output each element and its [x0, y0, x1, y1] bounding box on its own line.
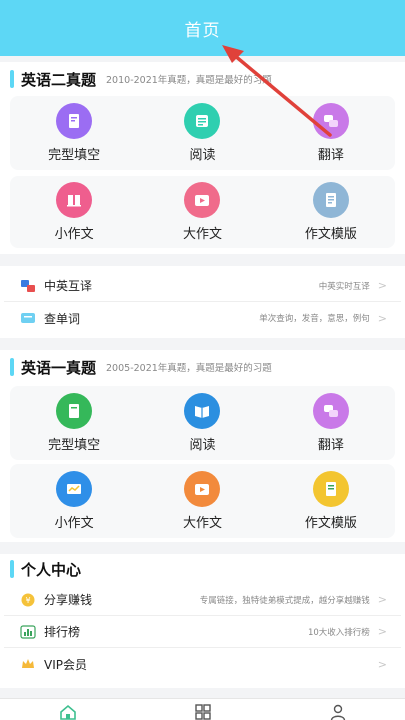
translate-icon — [312, 103, 349, 139]
list-desc: 专属链接，独特徒弟模式提成，越分享越赚钱 — [199, 595, 370, 606]
grid-label: 小作文 — [54, 227, 94, 242]
section-english-two: 英语二真题 2010-2021年真题，真题是最好的习题 完型填空 阅读 翻译 小… — [0, 62, 405, 254]
reading-icon — [184, 393, 221, 429]
tools-list: 中英互译 中英实时互译 > 查单词 单次查询，发音，意思，例句 > — [0, 266, 405, 338]
exam-card-row1: 完型填空 阅读 翻译 — [10, 96, 395, 170]
chevron-right-icon: > — [377, 279, 387, 292]
translate-icon — [312, 393, 349, 429]
list-item-ranking[interactable]: 排行榜 10大收入排行榜 > — [4, 616, 401, 648]
profile-tab[interactable] — [270, 699, 405, 720]
grid-item-template[interactable]: 作文模版 — [267, 464, 395, 538]
section-title: 个人中心 — [21, 560, 82, 579]
reading-icon — [184, 103, 221, 139]
grid-label: 翻译 — [317, 438, 344, 453]
home-tab[interactable] — [0, 699, 135, 720]
top-header: 首页 — [0, 0, 405, 56]
cloze-icon — [56, 393, 93, 429]
list-label: 中英互译 — [44, 279, 93, 293]
grid-icon — [194, 704, 211, 720]
grid-label: 完型填空 — [48, 438, 101, 453]
section-accent-bar — [10, 560, 14, 578]
grid-item-template[interactable]: 作文模版 — [267, 176, 395, 248]
grid-item-translate[interactable]: 翻译 — [267, 386, 395, 460]
chevron-right-icon: > — [377, 657, 387, 671]
short-essay-icon — [56, 182, 93, 218]
section-title: 英语二真题 — [21, 70, 97, 89]
home-icon — [59, 704, 76, 720]
section-subtitle: 2005-2021年真题，真题是最好的习题 — [106, 363, 272, 374]
grid-label: 翻译 — [317, 148, 344, 163]
list-label: 分享赚钱 — [44, 593, 93, 607]
section-title: 英语一真题 — [21, 358, 97, 377]
grid-item-short-essay[interactable]: 小作文 — [10, 176, 138, 248]
list-label: 查单词 — [44, 311, 81, 326]
short-essay-icon — [56, 471, 93, 507]
grid-item-cloze[interactable]: 完型填空 — [10, 386, 138, 460]
grid-label: 阅读 — [189, 148, 216, 163]
cloze-icon — [56, 103, 93, 139]
chevron-right-icon: > — [377, 311, 387, 325]
svg-text:¥: ¥ — [25, 596, 30, 605]
list-desc: 中英实时互译 — [318, 281, 370, 292]
list-desc: 10大收入排行榜 — [307, 627, 370, 638]
translate-tool-icon — [20, 278, 36, 294]
user-icon — [330, 704, 345, 720]
coin-icon: ¥ — [20, 592, 36, 608]
personal-center: 个人中心 ¥ 分享赚钱 专属链接，独特徒弟模式提成，越分享越赚钱 > 排行榜 1… — [0, 554, 405, 688]
grid-label: 完型填空 — [48, 148, 101, 163]
section-accent-bar — [10, 358, 14, 376]
list-item-dictionary[interactable]: 查单词 单次查询，发音，意思，例句 > — [4, 302, 401, 334]
section-header: 个人中心 — [0, 554, 405, 584]
grid-item-cloze[interactable]: 完型填空 — [10, 96, 138, 170]
grid-label: 小作文 — [54, 516, 94, 531]
grid-item-long-essay[interactable]: 大作文 — [138, 464, 266, 538]
grid-item-reading[interactable]: 阅读 — [138, 96, 266, 170]
chevron-right-icon: > — [377, 625, 387, 638]
section-header: 英语一真题 2005-2021年真题，真题是最好的习题 — [0, 350, 405, 384]
section-accent-bar — [10, 70, 14, 88]
section-header: 英语二真题 2010-2021年真题，真题是最好的习题 — [0, 62, 405, 96]
grid-item-short-essay[interactable]: 小作文 — [10, 464, 138, 538]
crown-icon — [20, 656, 36, 672]
page-title: 首页 — [184, 20, 221, 41]
exam-card-row1: 完型填空 阅读 翻译 — [10, 386, 395, 460]
exam-card-row2: 小作文 大作文 作文模版 — [10, 464, 395, 538]
long-essay-icon — [184, 471, 221, 507]
grid-label: 大作文 — [182, 227, 222, 242]
exam-card-row2: 小作文 大作文 作文模版 — [10, 176, 395, 248]
section-english-one: 英语一真题 2005-2021年真题，真题是最好的习题 完型填空 阅读 翻译 小… — [0, 350, 405, 542]
ranking-icon — [20, 624, 36, 640]
list-label: VIP会员 — [44, 657, 87, 672]
dictionary-icon — [20, 310, 36, 326]
section-subtitle: 2010-2021年真题，真题是最好的习题 — [106, 75, 272, 86]
chevron-right-icon: > — [377, 593, 387, 606]
list-label: 排行榜 — [44, 625, 81, 639]
list-item-share-earn[interactable]: ¥ 分享赚钱 专属链接，独特徒弟模式提成，越分享越赚钱 > — [4, 584, 401, 616]
grid-label: 作文模版 — [304, 516, 357, 531]
grid-item-reading[interactable]: 阅读 — [138, 386, 266, 460]
template-icon — [312, 182, 349, 218]
grid-label: 阅读 — [189, 438, 216, 453]
list-item-cn-en-translate[interactable]: 中英互译 中英实时互译 > — [4, 270, 401, 302]
list-desc: 单次查询，发音，意思，例句 — [259, 314, 370, 324]
grid-item-long-essay[interactable]: 大作文 — [138, 176, 266, 248]
long-essay-icon — [184, 182, 221, 218]
list-item-vip[interactable]: VIP会员 > — [4, 648, 401, 680]
bottom-tab-bar — [0, 698, 405, 720]
template-icon — [312, 471, 349, 507]
grid-label: 大作文 — [182, 516, 222, 531]
grid-label: 作文模版 — [304, 227, 357, 242]
category-tab[interactable] — [135, 699, 270, 720]
grid-item-translate[interactable]: 翻译 — [267, 96, 395, 170]
